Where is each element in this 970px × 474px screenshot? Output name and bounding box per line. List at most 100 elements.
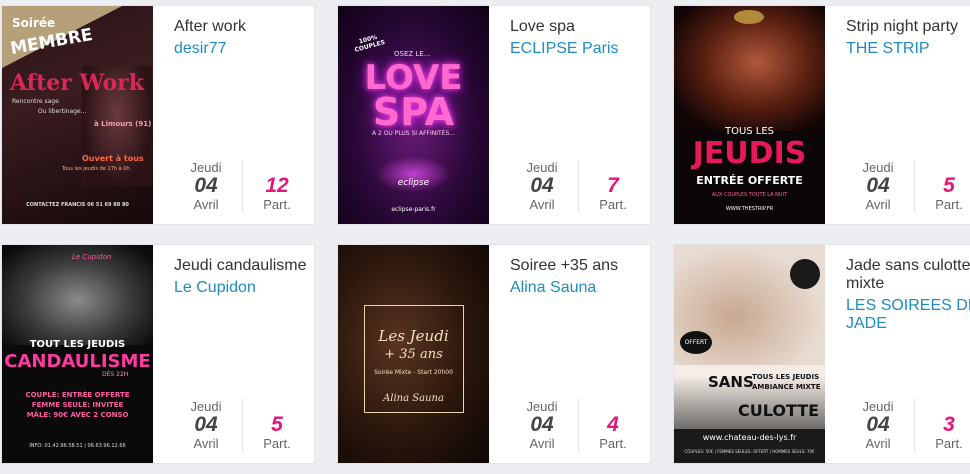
event-title[interactable]: Love spa <box>510 18 646 36</box>
day-of-week: Jeudi <box>190 399 222 414</box>
participants: 12 Part. <box>252 161 302 213</box>
poster-brand: eclipse <box>397 178 430 188</box>
event-poster[interactable]: TOUS LES JEUDIS ENTRÉE OFFERTE AUX COUPL… <box>674 6 825 224</box>
poster-tous: TOUT LES JEUDIS <box>29 339 126 350</box>
participant-label: Part. <box>263 436 291 451</box>
poster-jeudis: JEUDIS <box>692 136 807 171</box>
day-number: 04 <box>194 413 218 436</box>
day-number: 04 <box>866 174 890 197</box>
event-poster[interactable]: 100% COUPLES OSEZ LE... LOVE SPA A 2 OU … <box>338 6 489 224</box>
event-card[interactable]: TOUS LES JEUDIS ENTRÉE OFFERTE AUX COUPL… <box>673 5 970 225</box>
poster-line: FEMME SEULE: INVITÉE <box>31 401 124 409</box>
participant-label: Part. <box>599 197 627 212</box>
day-of-week: Jeudi <box>862 399 894 414</box>
poster-open-text: Ouvert à tous <box>82 154 144 163</box>
poster-tous: TOUS LES JEUDIS <box>752 373 820 381</box>
ribbon-top-text: Soirée <box>12 16 56 30</box>
poster-entree: ENTRÉE OFFERTE <box>696 174 803 187</box>
day-number: 04 <box>530 413 554 436</box>
month-name: Avril <box>865 197 891 212</box>
poster-line: COUPLE: ENTRÉE OFFERTE <box>25 391 130 399</box>
poster-line: Les Jeudi <box>378 327 449 345</box>
chateau-logo <box>790 259 820 289</box>
event-card[interactable]: Les Jeudi + 35 ans Soirée Mixte - Start … <box>337 244 651 464</box>
event-title[interactable]: Jade sans culotte mixte <box>846 257 970 293</box>
event-poster[interactable]: OFFERT SANS TOUS LES JEUDIS AMBIANCE MIX… <box>674 245 825 463</box>
day-of-week: Jeudi <box>526 399 558 414</box>
month-name: Avril <box>193 436 219 451</box>
participant-label: Part. <box>263 197 291 212</box>
day-number: 04 <box>530 174 554 197</box>
event-date: Jeudi 04 Avril <box>846 399 915 451</box>
participant-count: 7 <box>607 174 619 197</box>
poster-line: Soirée Mixte - Start 20h00 <box>374 369 453 376</box>
event-card[interactable]: OFFERT SANS TOUS LES JEUDIS AMBIANCE MIX… <box>673 244 970 464</box>
month-name: Avril <box>193 197 219 212</box>
poster-badge: OFFERT <box>680 331 712 354</box>
event-date: Jeudi 04 Avril <box>846 160 915 212</box>
participants: 5 Part. <box>924 161 970 213</box>
poster-spa: SPA <box>372 90 455 134</box>
poster-location: à Limours (91) <box>94 120 152 128</box>
poster-culotte: CULOTTE <box>738 401 820 420</box>
poster-sans: SANS <box>708 373 754 391</box>
event-title[interactable]: Strip night party <box>846 18 970 36</box>
poster-brand: Le Cupidon <box>72 253 112 261</box>
event-poster[interactable]: Le Cupidon TOUT LES JEUDIS CANDAULISME D… <box>2 245 153 463</box>
event-title[interactable]: Jeudi candaulisme <box>174 257 310 275</box>
poster-line: MÂLE: 90€ AVEC 2 CONSO <box>26 411 129 419</box>
poster-fine: AUX COUPLES TOUTE LA NUIT <box>711 192 788 198</box>
participant-count: 4 <box>607 413 619 436</box>
participant-count: 5 <box>943 174 955 197</box>
participant-label: Part. <box>935 197 963 212</box>
event-card[interactable]: Soirée MEMBRE After Work Rencontre sage … <box>1 5 315 225</box>
month-name: Avril <box>865 436 891 451</box>
club-link[interactable]: desir77 <box>174 40 310 58</box>
event-poster[interactable]: Soirée MEMBRE After Work Rencontre sage … <box>2 6 153 224</box>
poster-schedule: Tous les jeudis de 17h à 0h <box>62 166 130 172</box>
participant-count: 3 <box>943 413 955 436</box>
poster-subtitle: A 2 OU PLUS SI AFFINITÉS... <box>371 130 456 137</box>
poster-ambiance: AMBIANCE MIXTE <box>752 383 821 391</box>
event-title[interactable]: After work <box>174 18 310 36</box>
participants: 5 Part. <box>252 400 302 452</box>
month-name: Avril <box>529 436 555 451</box>
poster-tagline: Rencontre sage <box>12 98 59 105</box>
day-of-week: Jeudi <box>526 160 558 175</box>
club-link[interactable]: Le Cupidon <box>174 279 310 297</box>
event-card[interactable]: 100% COUPLES OSEZ LE... LOVE SPA A 2 OU … <box>337 5 651 225</box>
event-poster[interactable]: Les Jeudi + 35 ans Soirée Mixte - Start … <box>338 245 489 463</box>
participant-label: Part. <box>935 436 963 451</box>
poster-osez: OSEZ LE... <box>394 50 431 58</box>
participant-count: 12 <box>265 174 289 197</box>
poster-headline: After Work <box>10 70 144 96</box>
club-link[interactable]: ECLIPSE Paris <box>510 40 646 58</box>
participants: 3 Part. <box>924 400 970 452</box>
month-name: Avril <box>529 197 555 212</box>
event-card[interactable]: Le Cupidon TOUT LES JEUDIS CANDAULISME D… <box>1 244 315 464</box>
poster-contact: CONTACTEZ FRANCIS 06 51 69 88 80 <box>26 202 129 208</box>
club-link[interactable]: LES SOIREES DE JADE <box>846 297 970 333</box>
participant-label: Part. <box>599 436 627 451</box>
event-date: Jeudi 04 Avril <box>174 160 243 212</box>
day-number: 04 <box>194 174 218 197</box>
event-date: Jeudi 04 Avril <box>510 399 579 451</box>
poster-website: WWW.THESTRIP.FR <box>725 206 774 212</box>
poster-line: Alina Sauna <box>383 393 444 404</box>
event-title[interactable]: Soiree +35 ans <box>510 257 646 275</box>
poster-time: DÈS 22H <box>102 371 129 378</box>
day-of-week: Jeudi <box>190 160 222 175</box>
club-link[interactable]: Alina Sauna <box>510 279 646 297</box>
day-of-week: Jeudi <box>862 160 894 175</box>
poster-main: CANDAULISME <box>4 351 151 372</box>
club-link[interactable]: THE STRIP <box>846 40 970 58</box>
poster-badge: 100% COUPLES <box>354 33 386 54</box>
poster-prices: COUPLES: 50€ | FEMMES SEULES: OFFERT | H… <box>684 449 815 454</box>
poster-line: + 35 ans <box>384 347 443 362</box>
poster-website: www.chateau-des-lys.fr <box>702 433 797 442</box>
day-number: 04 <box>866 413 890 436</box>
participants: 4 Part. <box>588 400 638 452</box>
poster-tagline: Ou libertinage... <box>38 108 87 115</box>
participants: 7 Part. <box>588 161 638 213</box>
poster-info: INFO: 01.42.96.58.51 | 06.63.96.12.66 <box>29 443 126 449</box>
